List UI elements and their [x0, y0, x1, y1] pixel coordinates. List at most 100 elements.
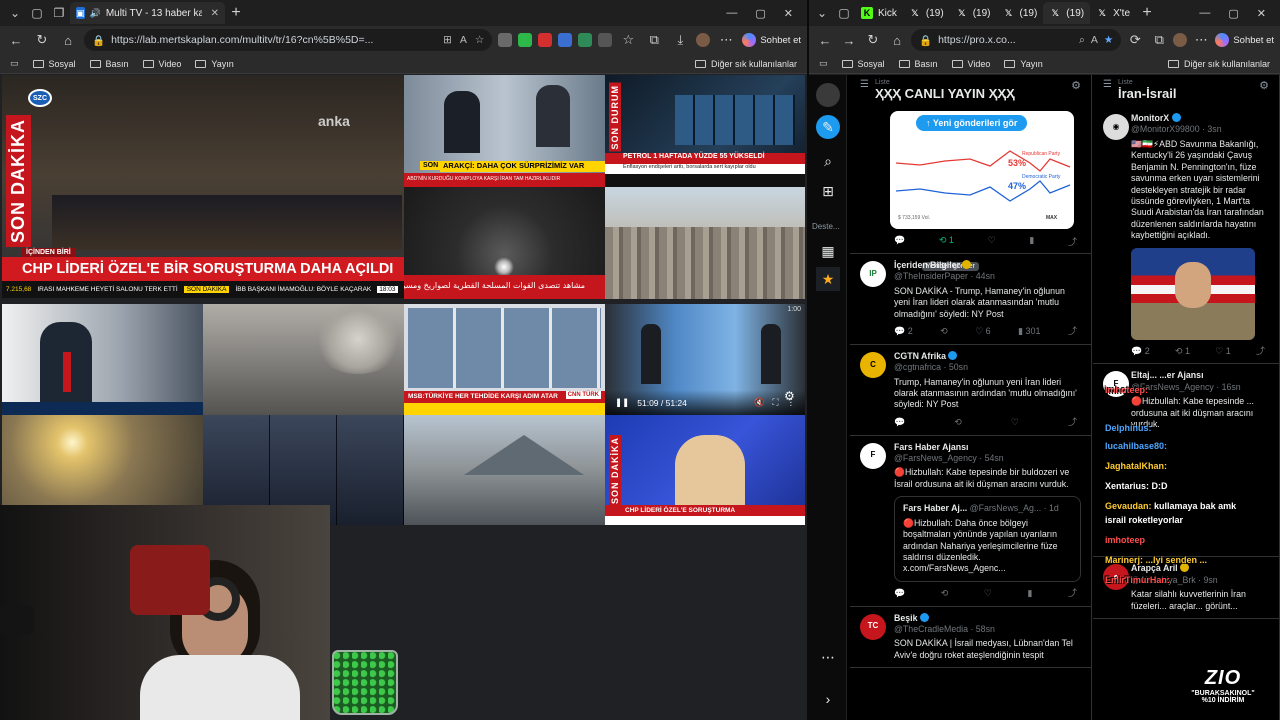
video-settings-icon[interactable]: ⚙ — [784, 389, 795, 403]
new-tab-button[interactable]: + — [1136, 2, 1158, 24]
retweet-button[interactable]: ⟲ 1 — [1175, 346, 1190, 358]
tab-x-3[interactable]: 𝕏 (19) — [997, 2, 1044, 24]
tv-tile-13[interactable] — [404, 415, 605, 525]
favorite-icon[interactable]: ☆ — [475, 34, 484, 46]
zoom-icon[interactable]: ⌕ — [1079, 34, 1085, 47]
tweet-cgtn[interactable]: C CGTN Afrika @cgtnafrica · 50sn Trump, … — [850, 345, 1091, 436]
bookmark-video[interactable]: Video — [951, 59, 990, 69]
search-icon[interactable]: ⌕ — [816, 149, 840, 173]
starred-deck-icon[interactable]: ★ — [816, 267, 840, 291]
share-button[interactable]: ⤴ — [1068, 588, 1077, 600]
read-aloud-icon[interactable]: A — [460, 34, 467, 46]
workspaces-icon[interactable]: ▢ — [26, 2, 48, 24]
tv-tile-10[interactable]: 1:00 ❚❚ 51:09 / 51:24 🔇 ⛶ ⋮ ⚙ — [605, 304, 805, 415]
fullscreen-icon[interactable]: ⛶ — [773, 397, 779, 408]
downloads-icon[interactable]: ⤓ — [670, 32, 690, 48]
share-icon[interactable]: ⤴ — [1068, 235, 1077, 248]
tweet-alarabiya[interactable]: ع Arapça Aril @AlArabiya_Brk · 9sn Katar… — [1093, 557, 1279, 620]
bookmark-yayin[interactable]: Yayın — [195, 59, 234, 69]
tv-tile-7[interactable] — [2, 304, 203, 415]
pause-icon[interactable]: ❚❚ — [615, 397, 629, 408]
bookmark-basin[interactable]: Basın — [898, 59, 938, 69]
share-button[interactable]: ⤴ — [1256, 346, 1265, 358]
reply-button[interactable]: 💬 2 — [894, 326, 913, 338]
share-button[interactable]: ⤴ — [1068, 417, 1077, 429]
address-bar[interactable]: 🔒 https://lab.mertskaplan.com/multitv/tr… — [84, 29, 493, 51]
extension-icon-2[interactable] — [518, 33, 533, 47]
bookmark-yayin[interactable]: Yayın — [1004, 59, 1043, 69]
workspaces-icon[interactable]: ▢ — [833, 2, 855, 24]
forward-icon[interactable]: → — [839, 33, 859, 48]
like-button[interactable]: ♡ 1 — [1215, 346, 1231, 358]
share-button[interactable]: ⤴ — [1068, 326, 1077, 338]
bookmarks-menu-icon[interactable]: ▭ — [10, 58, 19, 69]
home-icon[interactable]: ⌂ — [887, 33, 907, 48]
split-icon[interactable]: ⊞ — [443, 34, 452, 46]
refresh-icon[interactable]: ↻ — [32, 32, 52, 48]
favorites-icon[interactable]: ☆ — [618, 32, 638, 48]
tab-actions-icon[interactable]: ⌄ — [811, 2, 833, 24]
maximize-icon[interactable]: ▢ — [755, 7, 765, 20]
audio-icon[interactable]: 🔊 — [90, 8, 101, 19]
back-icon[interactable]: ← — [815, 33, 835, 48]
back-icon[interactable]: ← — [6, 33, 26, 48]
menu-icon[interactable]: ⋯ — [716, 32, 736, 48]
column-settings-icon[interactable]: ⚙ — [1071, 79, 1081, 92]
reply-button[interactable]: 💬 — [894, 588, 905, 600]
tweet-monitorx[interactable]: ◉ MonitorX @MonitorX99800 · 3sn 🇺🇸🇮🇷⚡ABD… — [1093, 107, 1279, 365]
views-icon[interactable]: ▮ — [1029, 235, 1034, 248]
retweet-button[interactable]: ⟲ — [954, 417, 962, 429]
reply-icon[interactable]: 💬 — [894, 235, 905, 248]
copilot-chat-button[interactable]: Sohbet et — [742, 33, 801, 47]
new-tab-button[interactable]: + — [225, 2, 247, 24]
menu-icon[interactable]: ⋯ — [1191, 32, 1211, 48]
collections-icon[interactable]: ⧉ — [644, 32, 664, 48]
account-avatar[interactable] — [816, 83, 840, 107]
deck-icon[interactable]: ▦ — [816, 239, 840, 263]
minimize-icon[interactable]: — — [1199, 7, 1210, 20]
tweet-fars[interactable]: F Fars Haber Ajansı @FarsNews_Agency · 5… — [850, 436, 1091, 607]
tweet-insider[interactable]: IP İçeriden Bilgiler @TheInsiderPaper · … — [850, 254, 1091, 345]
favorite-filled-icon[interactable]: ★ — [1104, 34, 1113, 47]
quote-link[interactable]: x.com/FarsNews_Agenc... — [903, 563, 1072, 574]
collections-icon[interactable]: ⧉ — [1149, 32, 1169, 48]
close-window-icon[interactable]: ✕ — [784, 7, 793, 20]
minimize-icon[interactable]: — — [726, 7, 737, 20]
bookmarks-menu-icon[interactable]: ▭ — [819, 58, 828, 69]
views-button[interactable]: ▮ — [1027, 588, 1032, 600]
reply-button[interactable]: 💬 2 — [1131, 346, 1150, 358]
tab-multitv[interactable]: ▣ 🔊 Multi TV - 13 haber kanalını ... ✕ — [70, 2, 225, 24]
extension-icon-1[interactable] — [498, 33, 513, 47]
retweet-button[interactable]: ⟲ — [941, 588, 949, 600]
bookmark-other[interactable]: Diğer sık kullanılanlar — [1167, 59, 1270, 69]
column-settings-icon[interactable]: ⚙ — [1259, 79, 1269, 92]
tv-tile-3[interactable]: SON DURUM PETROL 1 HAFTADA YÜZDE 55 YÜKS… — [605, 75, 805, 187]
extensions-icon[interactable]: ⟳ — [1125, 32, 1145, 48]
tv-tile-8[interactable] — [203, 304, 404, 415]
home-icon[interactable]: ⌂ — [58, 33, 78, 48]
copilot-chat-button[interactable]: Sohbet et — [1215, 33, 1274, 47]
like-button[interactable]: ♡ — [984, 588, 992, 600]
tab-x-5[interactable]: 𝕏 X'te — [1090, 2, 1136, 24]
profile-avatar[interactable] — [1173, 33, 1188, 47]
tab-strip-icon[interactable]: ❐ — [48, 2, 70, 24]
expand-icon[interactable]: › — [816, 687, 840, 711]
extension-icon-4[interactable] — [558, 33, 573, 47]
bookmark-basin[interactable]: Basın — [89, 59, 129, 69]
tab-actions-icon[interactable]: ⌄ — [4, 2, 26, 24]
add-column-icon[interactable]: ⊞ — [816, 179, 840, 203]
extension-icon-6[interactable] — [598, 33, 613, 47]
address-bar[interactable]: 🔒 https://pro.x.co... ⌕ A ★ — [911, 29, 1122, 51]
tv-tile-6[interactable] — [605, 187, 805, 299]
retweet-icon[interactable]: ⟲ 1 — [939, 235, 954, 248]
tv-tile-2[interactable]: SON ARAKÇİ: DAHA ÇOK SÜRPRİZİMİZ VAR ABD… — [404, 75, 605, 187]
views-button[interactable]: ▮ 301 — [1018, 326, 1040, 338]
tv-tile-14[interactable]: SON DAKİKA CHP LİDERİ ÖZEL'E SORUŞTURMA — [605, 415, 805, 525]
tv-tile-main[interactable]: SZC SON DAKİKA anka İÇİNDEN BİRİ CHP LİD… — [2, 75, 404, 298]
quoted-tweet[interactable]: Fars Haber Aj... @FarsNews_Ag... · 1d 🔴H… — [894, 496, 1081, 582]
bookmark-sosyal[interactable]: Sosyal — [32, 59, 76, 69]
more-options-icon[interactable]: ⋯ — [816, 645, 840, 669]
extension-icon-5[interactable] — [578, 33, 593, 47]
mute-icon[interactable]: 🔇 — [754, 397, 765, 408]
tab-x-2[interactable]: 𝕏 (19) — [950, 2, 997, 24]
